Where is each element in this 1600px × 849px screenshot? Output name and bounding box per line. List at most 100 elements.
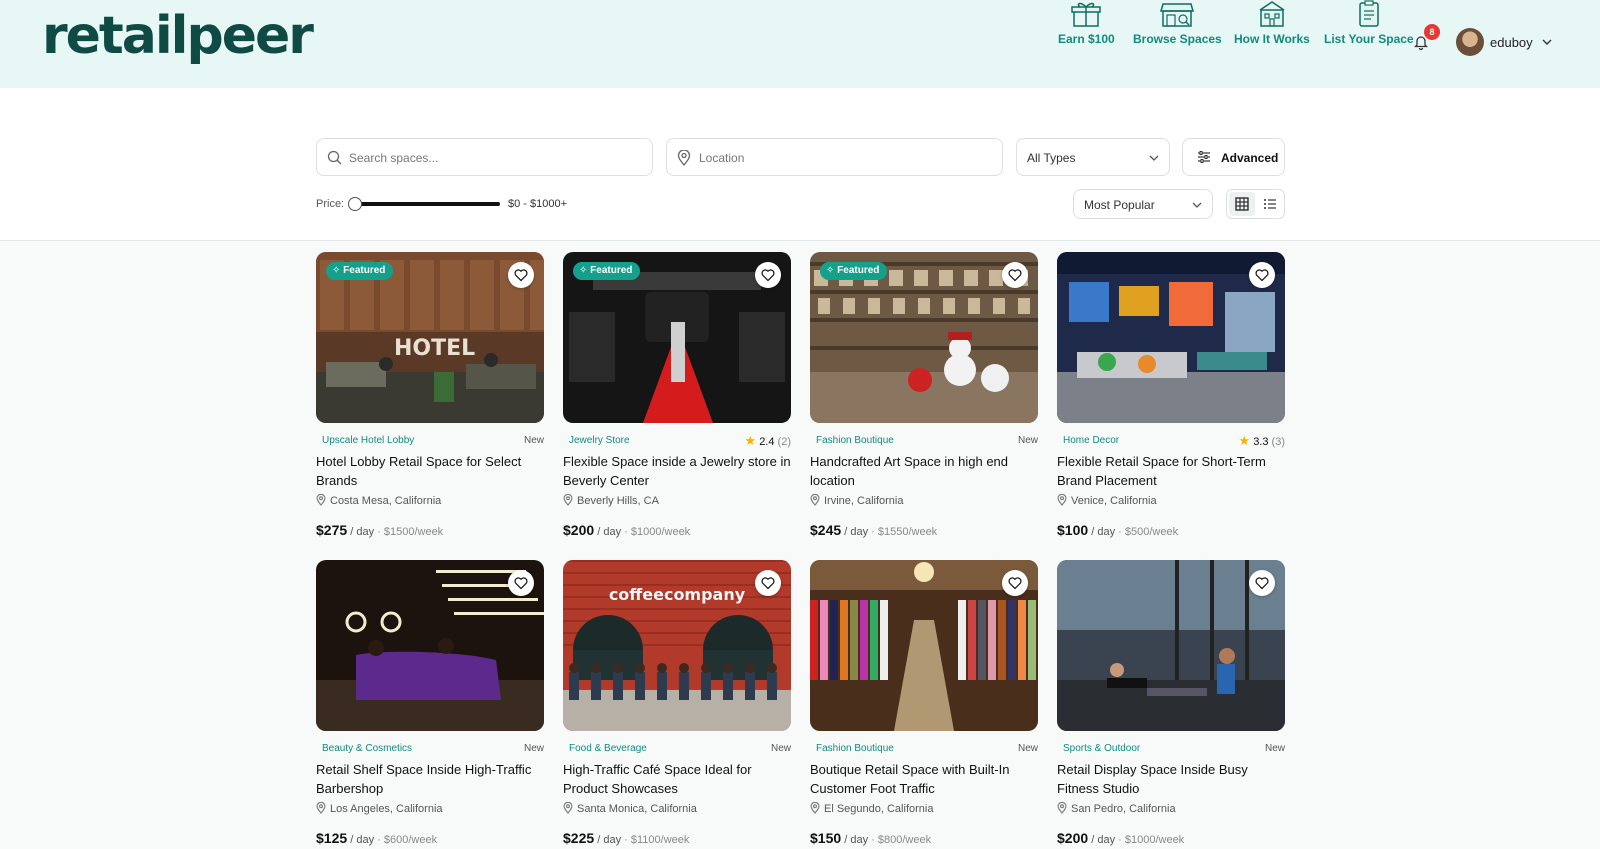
price-label: Price: [316, 198, 345, 210]
listing-image[interactable]: HOTEL ✧ Featured [316, 252, 544, 423]
avatar[interactable] [1456, 28, 1484, 56]
username[interactable]: eduboy [1490, 35, 1533, 50]
listing-title[interactable]: Retail Display Space Inside Busy Fitness… [1057, 760, 1285, 798]
price-unit: / day [1091, 834, 1116, 846]
featured-badge: ✧ Featured [820, 262, 888, 280]
heart-icon [1255, 269, 1269, 282]
nav-list-your-space[interactable]: List Your Space [1324, 0, 1414, 46]
listing-card-3[interactable]: ✧ Featured Fashion Boutique New Handcraf… [810, 252, 1038, 538]
nav-browse-spaces[interactable]: Browse Spaces [1133, 0, 1222, 46]
search-input[interactable]: Search spaces... [316, 138, 653, 176]
chevron-down-icon[interactable] [1542, 38, 1552, 46]
favorite-button[interactable] [508, 570, 534, 596]
favorite-button[interactable] [755, 570, 781, 596]
listing-location: San Pedro, California [1057, 801, 1285, 818]
nav-how-it-works[interactable]: How It Works [1234, 0, 1310, 46]
map-pin-icon [316, 493, 326, 506]
favorite-button[interactable] [1249, 570, 1275, 596]
listing-image[interactable] [316, 560, 544, 731]
heart-icon [514, 577, 528, 590]
price-range-value: $0 - $1000+ [508, 198, 568, 210]
listing-title[interactable]: Retail Shelf Space Inside High-Traffic B… [316, 760, 544, 798]
category-tag[interactable]: Jewelry Store [569, 435, 630, 446]
listing-meta: Sports & Outdoor New [1057, 741, 1285, 757]
category-tag[interactable]: Home Decor [1063, 435, 1119, 446]
grid-view-button[interactable] [1229, 192, 1255, 216]
status-label: New [523, 743, 544, 754]
nav-label: How It Works [1234, 32, 1310, 46]
location-text: Venice, California [1071, 495, 1157, 507]
category-tag[interactable]: Fashion Boutique [816, 435, 894, 446]
listing-meta: Food & Beverage New [563, 741, 791, 757]
category-tag[interactable]: Beauty & Cosmetics [322, 743, 412, 754]
weekly-price: · $500/week [1118, 526, 1179, 538]
sort-select[interactable]: Most Popular [1073, 189, 1213, 219]
sort-select-value: Most Popular [1084, 198, 1155, 212]
listing-location: Irvine, California [810, 493, 1038, 510]
advanced-filters-button[interactable]: Advanced [1182, 138, 1285, 176]
weekly-price: · $1550/week [871, 526, 938, 538]
price-unit: / day [597, 834, 622, 846]
site-header: retailpeer Earn $100 Browse Spaces How I… [0, 0, 1600, 88]
chevron-down-icon [1149, 155, 1159, 161]
price-slider-track[interactable] [350, 202, 500, 206]
listing-image[interactable] [810, 560, 1038, 731]
listing-image[interactable]: ✧ Featured [810, 252, 1038, 423]
list-view-button[interactable] [1257, 192, 1283, 216]
list-icon [1264, 199, 1276, 209]
price-amount: $100 [1057, 522, 1089, 538]
listing-title[interactable]: Flexible Space inside a Jewelry store in… [563, 452, 791, 490]
listing-price: $245 / day · $1550/week [810, 522, 1038, 538]
listing-image[interactable]: coffeecompany [563, 560, 791, 731]
category-tag[interactable]: Fashion Boutique [816, 743, 894, 754]
listing-card-2[interactable]: ✧ Featured Jewelry Store ★ 2.4 (2) Flexi… [563, 252, 791, 538]
listing-card-1[interactable]: HOTEL ✧ Featured Upscale Hotel Lobby New… [316, 252, 544, 538]
listing-title[interactable]: Hotel Lobby Retail Space for Select Bran… [316, 452, 544, 490]
map-pin-icon [563, 493, 573, 506]
listing-title[interactable]: High-Traffic Café Space Ideal for Produc… [563, 760, 791, 798]
listing-location: El Segundo, California [810, 801, 1038, 818]
listing-location: Beverly Hills, CA [563, 493, 791, 510]
favorite-button[interactable] [508, 262, 534, 288]
listing-card-4[interactable]: Home Decor ★ 3.3 (3) Flexible Retail Spa… [1057, 252, 1285, 538]
listing-title[interactable]: Handcrafted Art Space in high end locati… [810, 452, 1038, 490]
type-select-value: All Types [1027, 151, 1076, 165]
category-tag[interactable]: Food & Beverage [569, 743, 647, 754]
type-select[interactable]: All Types [1016, 138, 1170, 176]
weekly-price: · $1000/week [624, 526, 691, 538]
weekly-price: · $1100/week [624, 834, 690, 846]
listing-title[interactable]: Flexible Retail Space for Short-Term Bra… [1057, 452, 1285, 490]
nav-earn[interactable]: Earn $100 [1058, 0, 1115, 46]
listing-image[interactable] [1057, 252, 1285, 423]
category-tag[interactable]: Upscale Hotel Lobby [322, 435, 414, 446]
listing-card-6[interactable]: coffeecompany Food & Beverage New High-T… [563, 560, 791, 846]
notification-badge: 8 [1424, 24, 1440, 40]
favorite-button[interactable] [1249, 262, 1275, 288]
map-pin-icon [810, 493, 820, 506]
heart-icon [1255, 577, 1269, 590]
price-amount: $225 [563, 830, 595, 846]
price-unit: / day [1091, 526, 1116, 538]
location-input[interactable]: Location [666, 138, 1003, 176]
favorite-button[interactable] [1002, 262, 1028, 288]
category-tag[interactable]: Sports & Outdoor [1063, 743, 1140, 754]
listing-card-5[interactable]: Beauty & Cosmetics New Retail Shelf Spac… [316, 560, 544, 846]
listing-price: $150 / day · $800/week [810, 830, 1038, 846]
map-pin-icon [810, 801, 820, 814]
favorite-button[interactable] [755, 262, 781, 288]
listing-image[interactable]: ✧ Featured [563, 252, 791, 423]
advanced-label: Advanced [1221, 151, 1279, 165]
listing-title[interactable]: Boutique Retail Space with Built-In Cust… [810, 760, 1038, 798]
listing-card-8[interactable]: Sports & Outdoor New Retail Display Spac… [1057, 560, 1285, 846]
featured-label: Featured [837, 265, 880, 276]
listing-card-7[interactable]: Fashion Boutique New Boutique Retail Spa… [810, 560, 1038, 846]
heart-icon [761, 269, 775, 282]
listing-price: $225 / day · $1100/week [563, 830, 791, 846]
location-text: Beverly Hills, CA [577, 495, 659, 507]
logo[interactable]: retailpeer [42, 6, 314, 66]
location-text: San Pedro, California [1071, 803, 1176, 815]
favorite-button[interactable] [1002, 570, 1028, 596]
price-amount: $200 [563, 522, 595, 538]
price-slider-thumb[interactable] [348, 197, 362, 211]
listing-image[interactable] [1057, 560, 1285, 731]
